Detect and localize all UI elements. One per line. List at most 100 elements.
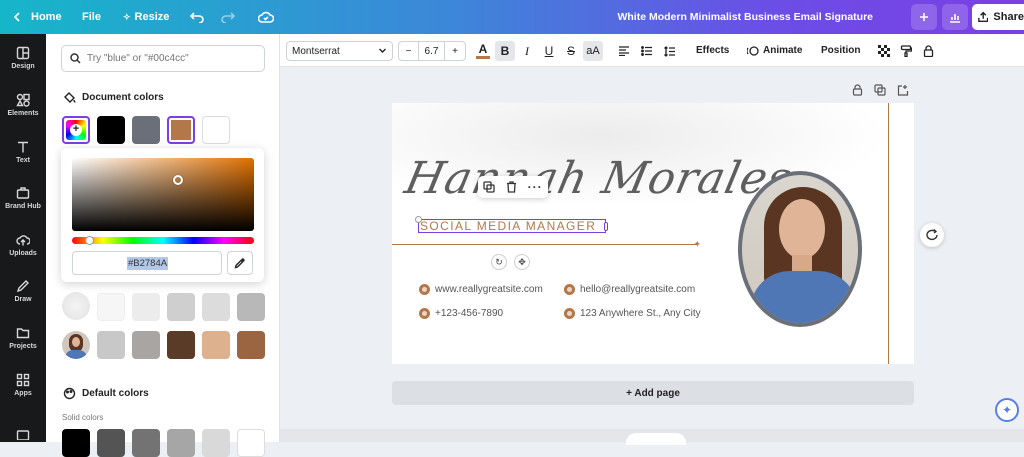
document-colors-title: Document colors (82, 92, 164, 103)
add-color-swatch[interactable]: + (62, 116, 90, 144)
share-button[interactable]: Share (972, 4, 1024, 30)
bar-chart-icon (950, 13, 960, 23)
rail-item-elements[interactable]: Elements (0, 93, 46, 117)
font-size-decrease[interactable]: − (399, 42, 419, 60)
animate-button[interactable]: Animate (747, 34, 802, 67)
pages-drawer-tab[interactable] (626, 433, 686, 445)
plus-icon (920, 13, 928, 21)
position-button[interactable]: Position (821, 34, 860, 67)
resize-handle[interactable] (604, 222, 608, 231)
contact-website[interactable]: www.reallygreatsite.com (419, 284, 543, 295)
rail-item-brand-hub[interactable]: Brand Hub (0, 186, 46, 210)
saturation-handle[interactable] (173, 175, 183, 185)
resize-button[interactable]: ✧ Resize (123, 0, 169, 34)
photo-color-swatch[interactable] (132, 331, 160, 359)
effects-button[interactable]: Effects (696, 34, 729, 67)
signature-name[interactable]: Hannah Morales (401, 153, 797, 204)
rotate-button[interactable]: ↻ (491, 254, 507, 270)
text-color-button[interactable]: A (473, 41, 493, 61)
photo-thumbnail-portrait[interactable] (62, 331, 90, 359)
home-button[interactable]: Home (12, 0, 62, 34)
solid-color-swatch[interactable] (62, 429, 90, 457)
font-size-value[interactable]: 6.7 (419, 42, 445, 60)
more-options-icon[interactable]: ··· (528, 180, 543, 194)
cloud-save-button[interactable] (258, 0, 274, 34)
magic-assistant-button[interactable]: ✦ (995, 398, 1019, 422)
rotate-handle[interactable] (415, 216, 422, 223)
photo-color-swatch[interactable] (167, 293, 195, 321)
add-button[interactable] (911, 4, 937, 30)
font-size-increase[interactable]: + (445, 42, 465, 60)
search-input[interactable] (87, 53, 257, 64)
document-color-swatch[interactable] (132, 116, 160, 144)
contact-phone[interactable]: +123-456-7890 (419, 308, 503, 319)
rail-item-uploads[interactable]: Uploads (0, 233, 46, 257)
italic-button[interactable]: I (517, 41, 537, 61)
photo-color-swatch[interactable] (167, 331, 195, 359)
saturation-area[interactable] (72, 158, 254, 231)
cloud-check-icon (258, 11, 274, 23)
bold-button[interactable]: B (495, 41, 515, 61)
solid-color-swatch[interactable] (237, 429, 265, 457)
trash-icon[interactable] (506, 181, 517, 193)
rail-item-text[interactable]: Text (0, 140, 46, 164)
font-family-select[interactable]: Montserrat (286, 41, 393, 61)
duplicate-page-icon[interactable] (874, 84, 886, 96)
insights-button[interactable] (942, 4, 968, 30)
redo-button[interactable] (221, 0, 235, 34)
solid-color-swatch[interactable] (132, 429, 160, 457)
rail-item-projects[interactable]: Projects (0, 326, 46, 350)
profile-photo[interactable] (738, 171, 862, 327)
lock-page-icon[interactable] (852, 84, 863, 96)
photo-color-swatch[interactable] (97, 293, 125, 321)
hue-slider[interactable] (72, 236, 254, 245)
style-painter-button[interactable] (896, 41, 916, 61)
photo-color-swatch[interactable] (237, 331, 265, 359)
contact-address[interactable]: 123 Anywhere St., Any City (564, 308, 701, 319)
transparency-button[interactable] (874, 41, 894, 61)
move-button[interactable]: ✥ (514, 254, 530, 270)
add-page-button[interactable]: + Add page (392, 381, 914, 405)
add-page-icon[interactable] (897, 84, 909, 96)
letter-case-button[interactable]: aA (583, 41, 603, 61)
photo-color-swatch[interactable] (202, 293, 230, 321)
solid-color-swatch[interactable] (97, 429, 125, 457)
list-button[interactable] (637, 41, 657, 61)
role-text-selected[interactable]: SOCIAL MEDIA MANAGER (415, 216, 608, 233)
photo-color-swatch[interactable] (132, 293, 160, 321)
rail-item-draw[interactable]: Draw (0, 279, 46, 303)
hue-handle[interactable] (85, 236, 94, 245)
eyedropper-button[interactable] (227, 251, 253, 275)
solid-color-swatch[interactable] (202, 429, 230, 457)
contact-email[interactable]: hello@reallygreatsite.com (564, 284, 695, 295)
document-color-swatch[interactable] (97, 116, 125, 144)
rail-item-design[interactable]: Design (0, 46, 46, 70)
photo-color-swatch[interactable] (97, 331, 125, 359)
animate-icon (747, 45, 759, 56)
undo-button[interactable] (190, 0, 204, 34)
color-search[interactable] (61, 45, 265, 72)
document-title[interactable]: White Modern Minimalist Business Email S… (617, 0, 873, 34)
solid-color-swatch[interactable] (167, 429, 195, 457)
rail-label: Apps (14, 390, 32, 397)
design-page[interactable]: Hannah Morales ··· SOCIAL MEDIA MANAGER … (392, 103, 914, 364)
rotate-icon: ↻ (495, 256, 503, 267)
lock-button[interactable] (918, 41, 938, 61)
align-button[interactable] (614, 41, 634, 61)
rail-label: Projects (9, 343, 37, 350)
photo-thumbnail-texture[interactable] (62, 292, 90, 320)
rail-item-apps[interactable]: Apps (0, 373, 46, 397)
duplicate-icon[interactable] (483, 181, 495, 193)
photo-color-swatch[interactable] (202, 331, 230, 359)
spacing-button[interactable] (660, 41, 680, 61)
photo-color-swatch[interactable] (237, 293, 265, 321)
hex-input[interactable]: #B2784A (72, 251, 222, 275)
document-color-swatch[interactable] (202, 116, 230, 144)
file-menu[interactable]: File (82, 0, 101, 34)
horizontal-scrollbar[interactable] (280, 429, 1024, 445)
underline-button[interactable]: U (539, 41, 559, 61)
document-color-swatch-selected[interactable] (167, 116, 195, 144)
refresh-suggestion-button[interactable] (920, 223, 944, 247)
rail-item-photos[interactable] (0, 430, 46, 443)
strikethrough-button[interactable]: S (561, 41, 581, 61)
